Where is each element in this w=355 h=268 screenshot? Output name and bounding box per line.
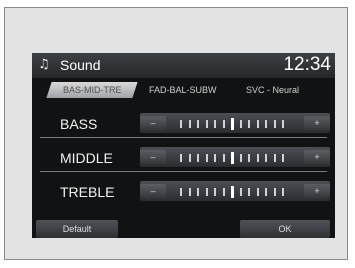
separator: [40, 171, 327, 172]
level-tick: [205, 154, 208, 162]
bass-minus-button[interactable]: –: [140, 116, 166, 130]
bass-label: BASS: [60, 116, 98, 132]
level-tick: [282, 120, 284, 128]
ok-button[interactable]: OK: [240, 220, 330, 238]
level-tick: [180, 120, 182, 128]
tab-label: SVC - Neural: [246, 85, 300, 95]
bass-row: BASS – +: [42, 111, 330, 135]
tab-label: BAS-MID-TRE: [62, 85, 122, 95]
level-tick: [273, 154, 276, 162]
treble-plus-button[interactable]: +: [304, 184, 330, 198]
separator: [40, 137, 327, 138]
level-indicator: [231, 118, 234, 130]
outer-frame: ♫ Sound 12:34 BAS-MID-TRE FAD-BAL-SUBW S…: [4, 7, 348, 260]
middle-label: MIDDLE: [60, 150, 113, 166]
default-button[interactable]: Default: [36, 220, 118, 238]
level-tick: [205, 188, 208, 196]
level-tick: [248, 120, 250, 128]
level-tick: [256, 188, 259, 196]
treble-minus-button[interactable]: –: [140, 184, 166, 198]
level-indicator: [231, 186, 234, 198]
level-tick: [214, 188, 216, 196]
tab-bas-mid-tre[interactable]: BAS-MID-TRE: [46, 82, 138, 98]
music-note-icon: ♫: [38, 57, 50, 72]
level-tick: [265, 120, 267, 128]
level-tick: [214, 154, 216, 162]
level-tick: [222, 120, 225, 128]
level-tick: [265, 154, 267, 162]
level-tick: [197, 120, 199, 128]
level-tick: [282, 154, 284, 162]
level-tick: [282, 188, 284, 196]
sound-screen: ♫ Sound 12:34 BAS-MID-TRE FAD-BAL-SUBW S…: [32, 53, 335, 238]
page-title: Sound: [60, 57, 101, 73]
level-tick: [239, 188, 242, 196]
middle-plus-button[interactable]: +: [304, 150, 330, 164]
level-tick: [248, 154, 250, 162]
treble-row: TREBLE – +: [42, 179, 330, 203]
level-tick: [256, 120, 259, 128]
tab-svc-neural[interactable]: SVC - Neural: [227, 82, 318, 98]
middle-level-scale[interactable]: [180, 152, 290, 164]
tab-bar: BAS-MID-TRE FAD-BAL-SUBW SVC - Neural: [32, 79, 335, 101]
level-tick: [180, 154, 182, 162]
level-tick: [188, 120, 191, 128]
level-tick: [180, 188, 182, 196]
bass-plus-button[interactable]: +: [304, 116, 330, 130]
clock: 12:34: [283, 54, 331, 75]
level-tick: [222, 154, 225, 162]
level-tick: [265, 188, 267, 196]
treble-level-scale[interactable]: [180, 186, 290, 198]
tab-label: FAD-BAL-SUBW: [149, 85, 217, 95]
level-indicator: [231, 152, 234, 164]
level-tick: [248, 188, 250, 196]
tab-fad-bal-subw[interactable]: FAD-BAL-SUBW: [138, 82, 227, 98]
level-tick: [239, 120, 242, 128]
level-tick: [188, 188, 191, 196]
level-tick: [214, 120, 216, 128]
middle-minus-button[interactable]: –: [140, 150, 166, 164]
level-tick: [222, 188, 225, 196]
level-tick: [197, 188, 199, 196]
level-tick: [205, 120, 208, 128]
level-tick: [197, 154, 199, 162]
level-tick: [273, 188, 276, 196]
level-tick: [188, 154, 191, 162]
title-bar: ♫ Sound 12:34: [32, 53, 335, 78]
level-tick: [273, 120, 276, 128]
treble-label: TREBLE: [60, 184, 115, 200]
level-tick: [239, 154, 242, 162]
middle-row: MIDDLE – +: [42, 145, 330, 169]
bass-level-scale[interactable]: [180, 118, 290, 130]
level-tick: [256, 154, 259, 162]
